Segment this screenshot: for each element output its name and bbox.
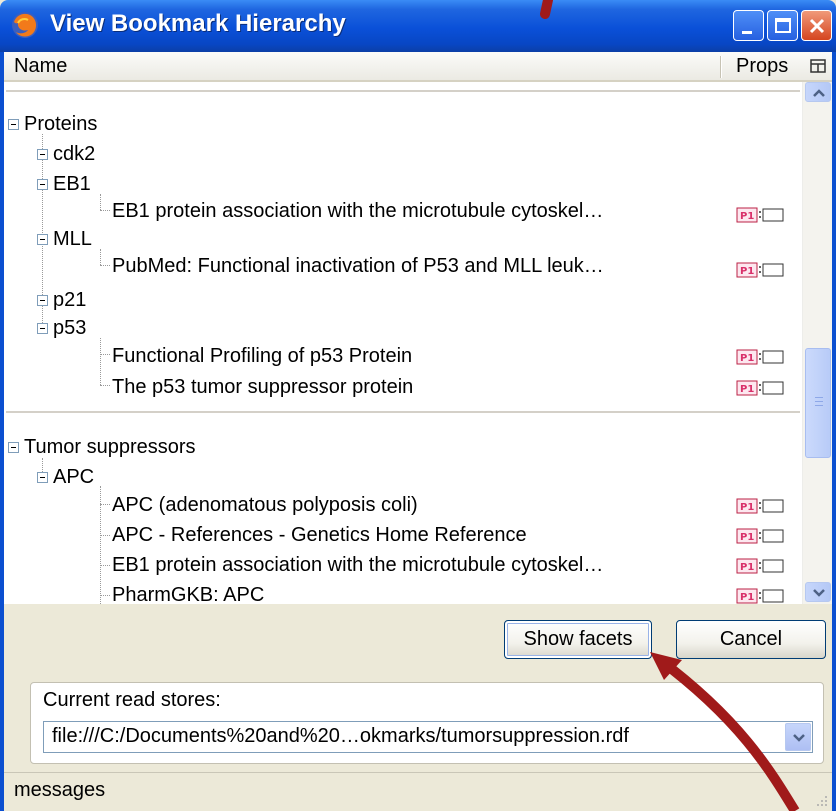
tree-guide-line (100, 535, 110, 536)
props-badge-icon[interactable]: P1 (736, 587, 786, 604)
tree-guide-line (100, 249, 101, 265)
scroll-grip (815, 401, 823, 402)
tree-guide-line (100, 595, 110, 596)
bookmark-title: Functional Profiling of p53 Protein (112, 345, 413, 367)
collapse-toggle-icon[interactable] (37, 149, 48, 160)
tree-node-label: MLL (53, 228, 92, 250)
column-props-header[interactable]: Props (736, 55, 788, 78)
tree-scrollbar[interactable] (802, 82, 832, 604)
close-icon (809, 18, 825, 34)
tree-group-label: Tumor suppressors (24, 436, 196, 458)
group-separator (6, 90, 800, 92)
window-frame-right (832, 52, 836, 811)
column-header: Name Props (4, 52, 832, 82)
read-stores-label: Current read stores: (43, 689, 221, 711)
read-stores-value: file:///C:/Documents%20and%20…okmarks/tu… (52, 725, 629, 747)
collapse-toggle-icon[interactable] (37, 295, 48, 306)
scroll-thumb[interactable] (805, 348, 831, 458)
tree-node-label: p21 (53, 289, 87, 311)
tree-guide-line (100, 385, 110, 386)
column-divider[interactable] (720, 56, 722, 78)
bookmark-title: APC - References - Genetics Home Referen… (112, 524, 527, 546)
props-badge-icon[interactable]: P1 (736, 527, 786, 545)
bookmark-title: The p53 tumor suppressor protein (112, 376, 414, 398)
tree-guide-line (100, 354, 110, 355)
bookmark-title: APC (adenomatous polyposis coli) (112, 494, 418, 516)
bookmark-hierarchy-window: View Bookmark Hierarchy Name Props Prote… (0, 0, 836, 811)
props-badge-icon[interactable]: P1 (736, 497, 786, 515)
collapse-toggle-icon[interactable] (37, 472, 48, 483)
svg-text:P1: P1 (740, 384, 754, 395)
bookmark-title: EB1 protein association with the microtu… (112, 200, 604, 222)
props-badge-icon[interactable]: P1 (736, 348, 786, 366)
collapse-toggle-icon[interactable] (37, 234, 48, 245)
bookmark-title: PharmGKB: APC (112, 584, 265, 604)
collapse-toggle-icon[interactable] (8, 442, 19, 453)
cancel-button[interactable]: Cancel (676, 620, 826, 659)
chevron-down-icon (813, 589, 825, 597)
minimize-button[interactable] (733, 10, 764, 41)
read-stores-panel: Current read stores: file:///C:/Document… (30, 682, 824, 764)
props-badge-icon[interactable]: P1 (736, 206, 786, 224)
collapse-toggle-icon[interactable] (37, 323, 48, 334)
maximize-icon (775, 18, 791, 33)
svg-text:P1: P1 (740, 502, 754, 513)
show-facets-button[interactable]: Show facets (504, 620, 652, 659)
svg-text:P1: P1 (740, 562, 754, 573)
title-bar[interactable]: View Bookmark Hierarchy (0, 0, 836, 52)
close-button[interactable] (801, 10, 832, 41)
column-name-header[interactable]: Name (14, 55, 67, 78)
group-separator (6, 411, 800, 413)
bookmark-tree[interactable]: Proteins cdk2 EB1 EB1 protein associatio… (4, 82, 802, 604)
scroll-up-button[interactable] (805, 82, 831, 102)
svg-text:P1: P1 (740, 353, 754, 364)
scroll-down-button[interactable] (805, 582, 831, 602)
tree-guide-line (100, 265, 110, 266)
props-badge-icon[interactable]: P1 (736, 379, 786, 397)
tree-node-label: APC (53, 466, 95, 488)
scroll-grip (815, 405, 823, 406)
collapse-toggle-icon[interactable] (8, 119, 19, 130)
tree-group-label: Proteins (24, 113, 98, 135)
column-picker-icon[interactable] (810, 58, 826, 74)
maximize-button[interactable] (767, 10, 798, 41)
read-stores-dropdown[interactable]: file:///C:/Documents%20and%20…okmarks/tu… (43, 721, 813, 753)
svg-text:P1: P1 (740, 532, 754, 543)
svg-text:P1: P1 (740, 211, 754, 222)
svg-text:P1: P1 (740, 266, 754, 277)
scroll-grip (815, 397, 823, 398)
window-title: View Bookmark Hierarchy (50, 10, 346, 37)
tree-guide-line (100, 338, 101, 385)
minimize-icon (742, 31, 752, 34)
status-message: messages (14, 779, 106, 801)
chevron-down-icon (793, 734, 805, 742)
svg-text:P1: P1 (740, 592, 754, 603)
tree-guide-line (100, 504, 110, 505)
bookmark-title: PubMed: Functional inactivation of P53 a… (112, 255, 604, 277)
resize-grip-icon[interactable] (814, 793, 828, 807)
tree-node-label: cdk2 (53, 143, 96, 165)
tree-guide-line (100, 210, 110, 211)
tree-node-label: p53 (53, 317, 87, 339)
tree-node-label: EB1 (53, 173, 91, 195)
collapse-toggle-icon[interactable] (37, 179, 48, 190)
firefox-icon (12, 12, 38, 38)
tree-guide-line (100, 194, 101, 210)
dropdown-button[interactable] (785, 723, 811, 751)
props-badge-icon[interactable]: P1 (736, 557, 786, 575)
status-bar: messages (4, 772, 832, 811)
chevron-up-icon (813, 89, 825, 97)
bookmark-title: EB1 protein association with the microtu… (112, 554, 604, 576)
tree-guide-line (100, 565, 110, 566)
props-badge-icon[interactable]: P1 (736, 261, 786, 279)
